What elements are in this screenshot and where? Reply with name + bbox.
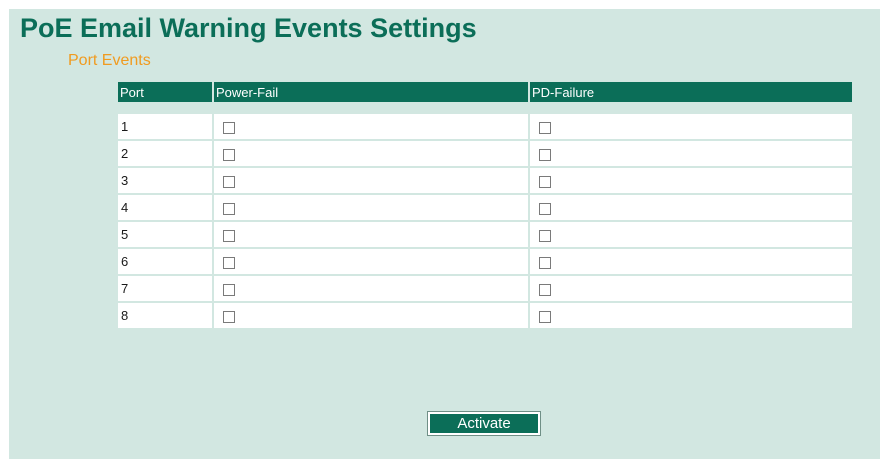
power-fail-checkbox-port-1[interactable] (223, 121, 235, 134)
port-number: 3 (118, 168, 212, 193)
port-number: 6 (118, 249, 212, 274)
port-number: 2 (118, 141, 212, 166)
power-fail-checkbox-port-4[interactable] (223, 202, 235, 215)
pd-failure-checkbox-port-8[interactable] (539, 310, 551, 323)
pd-failure-checkbox-port-2[interactable] (539, 148, 551, 161)
port-number: 5 (118, 222, 212, 247)
port-number: 1 (118, 114, 212, 139)
pd-failure-checkbox-port-4[interactable] (539, 202, 551, 215)
pd-failure-checkbox-port-5[interactable] (539, 229, 551, 242)
table-header-row: Port Power-Fail PD-Failure (118, 82, 852, 102)
table-row: 7 (118, 276, 852, 301)
table-row: 4 (118, 195, 852, 220)
port-number: 4 (118, 195, 212, 220)
port-events-table: Port Power-Fail PD-Failure 1 2 3 4 5 6 7… (116, 80, 854, 330)
pd-failure-checkbox-port-3[interactable] (539, 175, 551, 188)
table-row: 1 (118, 114, 852, 139)
power-fail-checkbox-port-8[interactable] (223, 310, 235, 323)
power-fail-checkbox-port-6[interactable] (223, 256, 235, 269)
table-row: 2 (118, 141, 852, 166)
header-pd-failure: PD-Failure (530, 82, 852, 102)
page-title: PoE Email Warning Events Settings (20, 13, 477, 43)
section-title: Port Events (68, 52, 151, 69)
activate-button[interactable]: Activate (427, 411, 541, 436)
table-row: 3 (118, 168, 852, 193)
pd-failure-checkbox-port-7[interactable] (539, 283, 551, 296)
pd-failure-checkbox-port-1[interactable] (539, 121, 551, 134)
settings-panel: PoE Email Warning Events Settings Port E… (9, 9, 880, 459)
power-fail-checkbox-port-3[interactable] (223, 175, 235, 188)
header-power-fail: Power-Fail (214, 82, 528, 102)
table-row: 8 (118, 303, 852, 328)
port-number: 7 (118, 276, 212, 301)
power-fail-checkbox-port-7[interactable] (223, 283, 235, 296)
header-port: Port (118, 82, 212, 102)
table-spacer (118, 104, 852, 112)
power-fail-checkbox-port-2[interactable] (223, 148, 235, 161)
port-number: 8 (118, 303, 212, 328)
pd-failure-checkbox-port-6[interactable] (539, 256, 551, 269)
power-fail-checkbox-port-5[interactable] (223, 229, 235, 242)
table-row: 6 (118, 249, 852, 274)
table-row: 5 (118, 222, 852, 247)
